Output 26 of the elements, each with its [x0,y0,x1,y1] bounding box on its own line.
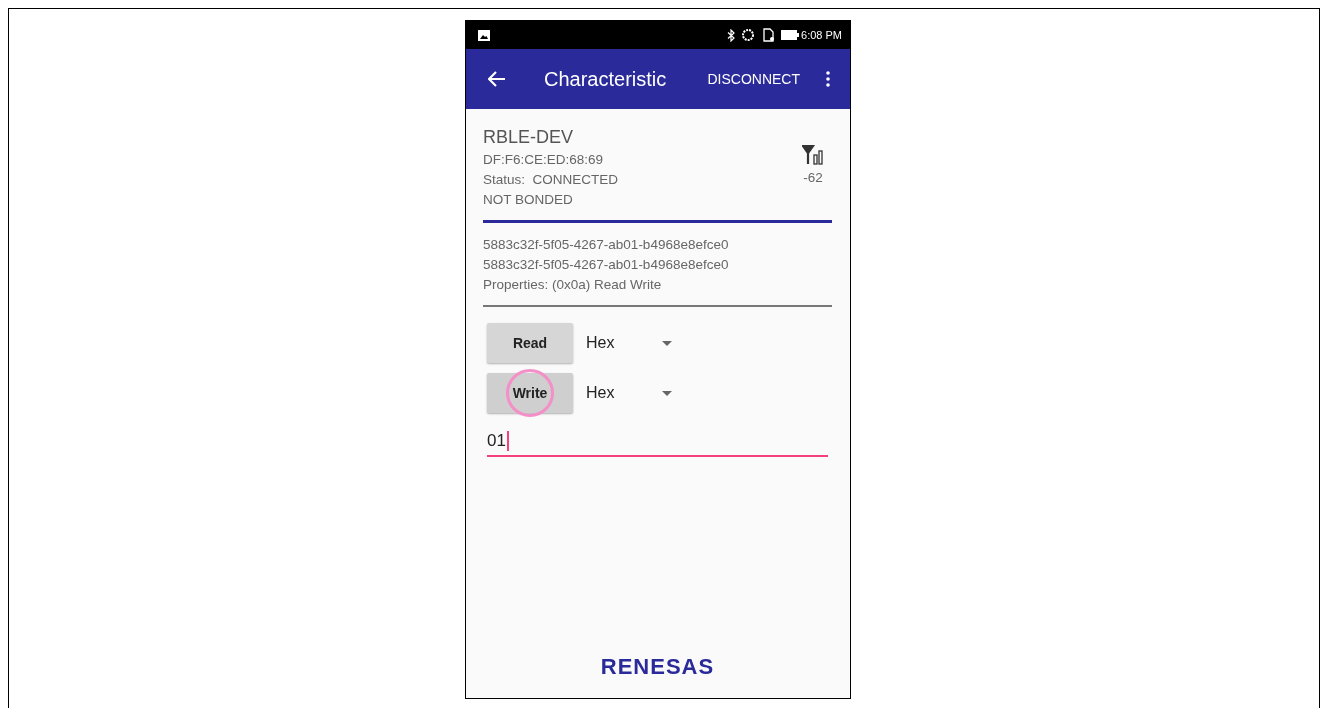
dropdown-caret-icon [662,340,672,346]
more-options-icon[interactable] [826,71,830,87]
dropdown-caret-icon [662,390,672,396]
value-input-field[interactable]: 01 [487,427,828,457]
battery-icon [781,30,800,40]
uuid-text: 5883c32f-5f05-4267-ab01-b4968e8efce0 [483,256,730,274]
back-arrow-icon[interactable] [488,71,506,87]
connection-status: Status: CONNECTED [483,171,620,189]
rssi-value: -62 [803,169,823,187]
bond-status: NOT BONDED [483,191,574,209]
image-icon [478,29,490,41]
properties-text: Properties: (0x0a) Read Write [483,276,663,294]
format-dropdown[interactable]: Hex [586,334,672,352]
uuid-text: 5883c32f-5f05-4267-ab01-b4968e8efce0 [483,236,730,254]
company-logo: RENESAS [600,654,715,680]
disconnect-button[interactable]: DISCONNECT [703,67,804,91]
screen-title: Characteristic [544,67,668,91]
bluetooth-icon [727,28,736,42]
format-dropdown[interactable]: Hex [586,384,672,402]
touch-ring-icon [505,368,555,418]
signal-strength-icon [802,145,824,165]
device-name: RBLE-DEV [483,127,575,148]
device-address: DF:F6:CE:ED:68:69 [483,151,605,169]
action-button[interactable]: Read [487,323,573,363]
clock-time: 6:08 PM [801,29,842,41]
sd-card-icon [761,28,776,42]
